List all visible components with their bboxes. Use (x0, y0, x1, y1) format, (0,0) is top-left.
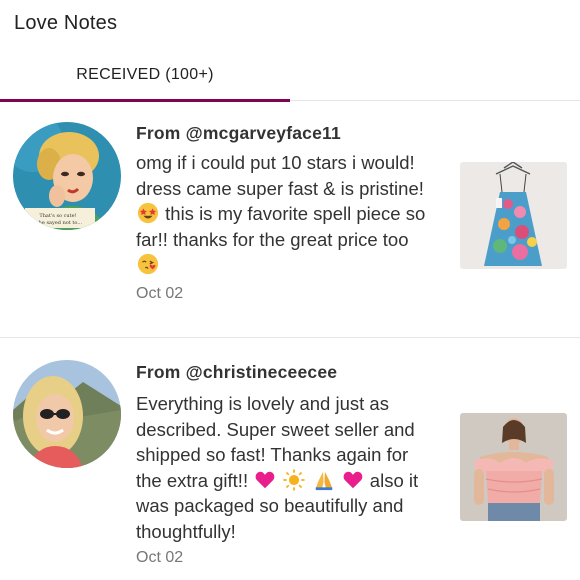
note-message: Everything is lovely and just as describ… (136, 391, 436, 544)
listing-thumbnail[interactable] (460, 413, 567, 521)
face-blowing-kiss-emoji-icon (137, 253, 159, 275)
sender-username[interactable]: From @mcgarveyface11 (136, 123, 341, 144)
page-title: Love Notes (14, 12, 118, 34)
tab-received[interactable]: RECEIVED (100+) (0, 52, 290, 97)
message-text: this is my favorite spell piece so far!!… (136, 203, 426, 250)
folded-hands-emoji-icon (313, 469, 335, 491)
note-date: Oct 02 (136, 549, 184, 566)
note-message: omg if i could put 10 stars i would! dre… (136, 150, 436, 278)
listing-thumbnail[interactable] (460, 162, 567, 269)
note-date: Oct 02 (136, 285, 184, 302)
tab-received-label: RECEIVED (100+) (76, 65, 214, 83)
sun-emoji-icon (283, 468, 305, 491)
love-note: From @christineceecee Everything is love… (0, 338, 580, 580)
avatar[interactable]: That's so cute! ...he sayed not to... (13, 122, 121, 230)
pink-heart-emoji-icon (342, 469, 364, 491)
avatar-caption-line2: ...he sayed not to... (34, 220, 83, 226)
message-text: omg if i could put 10 stars i would! dre… (136, 152, 424, 199)
avatar-caption-line1: That's so cute! (39, 213, 76, 219)
star-struck-emoji-icon (137, 202, 159, 224)
tab-bar: RECEIVED (100+) (0, 52, 580, 102)
love-note: That's so cute! ...he sayed not to... Fr… (0, 114, 580, 336)
pink-heart-emoji-icon (254, 469, 276, 491)
sender-username[interactable]: From @christineceecee (136, 362, 337, 383)
active-tab-indicator (0, 99, 290, 102)
avatar[interactable] (13, 360, 121, 468)
